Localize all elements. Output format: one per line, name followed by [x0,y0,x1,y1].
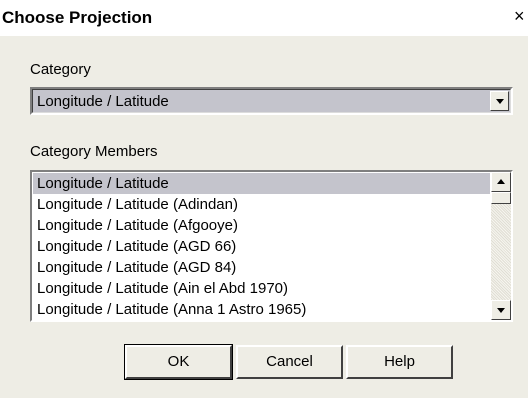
help-button[interactable]: Help [346,345,453,379]
list-item[interactable]: Longitude / Latitude (Anna 1 Astro 1965) [33,299,490,320]
chevron-down-icon [496,99,504,104]
arrow-down-icon [497,308,505,313]
list-item[interactable]: Longitude / Latitude [33,173,490,194]
dialog-title: Choose Projection [2,8,153,27]
dropdown-arrow-button[interactable] [490,91,509,111]
choose-projection-dialog: Choose Projection × Category Longitude /… [0,0,528,398]
list-item[interactable]: Longitude / Latitude (AGD 66) [33,236,490,257]
vertical-scrollbar[interactable] [491,172,511,320]
list-items: Longitude / Latitude Longitude / Latitude… [33,173,490,320]
title-bar: Choose Projection × [0,0,528,36]
scroll-up-button[interactable] [491,172,511,192]
category-members-label: Category Members [30,143,158,160]
list-item[interactable]: Longitude / Latitude (Ain el Abd 1970) [33,278,490,299]
scrollbar-thumb[interactable] [491,192,511,204]
list-item[interactable]: Longitude / Latitude (Afgooye) [33,215,490,236]
close-button[interactable]: × [514,6,528,26]
list-item[interactable]: Longitude / Latitude (Adindan) [33,194,490,215]
category-label: Category [30,61,91,78]
category-dropdown-frame: Longitude / Latitude [32,89,511,113]
arrow-up-icon [497,179,505,184]
list-item[interactable]: Longitude / Latitude (AGD 84) [33,257,490,278]
category-dropdown[interactable]: Longitude / Latitude [30,87,513,115]
cancel-button[interactable]: Cancel [236,345,343,379]
scroll-down-button[interactable] [491,300,511,320]
category-selected-value: Longitude / Latitude [37,93,169,110]
category-members-list[interactable]: Longitude / Latitude Longitude / Latitude… [30,170,513,322]
ok-button[interactable]: OK [124,344,233,380]
